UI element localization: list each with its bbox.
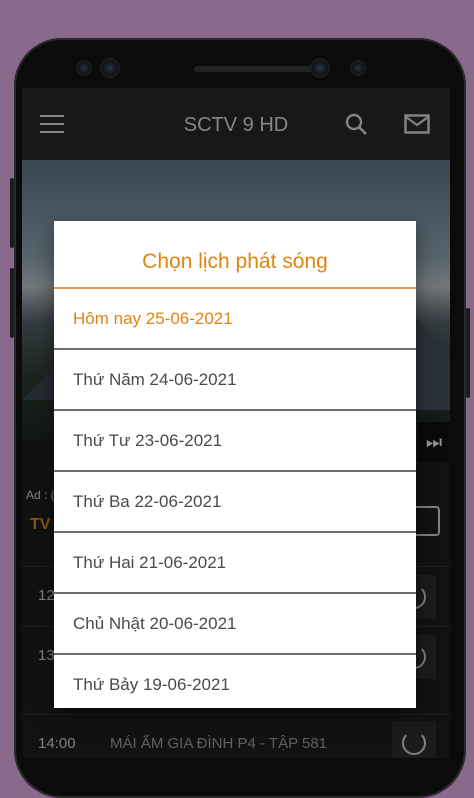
date-option[interactable]: Thứ Bảy 19-06-2021 [54, 655, 416, 714]
date-option-today[interactable]: Hôm nay 25-06-2021 [54, 289, 416, 350]
proximity-sensor-icon [350, 60, 366, 76]
iris-camera-icon [100, 58, 120, 78]
date-option[interactable]: Chủ Nhật 20-06-2021 [54, 594, 416, 655]
sensor-icon [76, 60, 92, 76]
bixby-button [10, 268, 14, 338]
date-option[interactable]: Thứ Hai 21-06-2021 [54, 533, 416, 594]
date-option[interactable]: Thứ Tư 23-06-2021 [54, 411, 416, 472]
dialog-title: Chọn lịch phát sóng [54, 221, 416, 289]
power-button [466, 308, 470, 398]
speaker-grille [194, 66, 314, 72]
front-camera-icon [310, 58, 330, 78]
schedule-date-dialog: Chọn lịch phát sóng Hôm nay 25-06-2021 T… [54, 221, 416, 708]
volume-button [10, 178, 14, 248]
date-option[interactable]: Thứ Năm 24-06-2021 [54, 350, 416, 411]
date-option[interactable]: Thứ Ba 22-06-2021 [54, 472, 416, 533]
